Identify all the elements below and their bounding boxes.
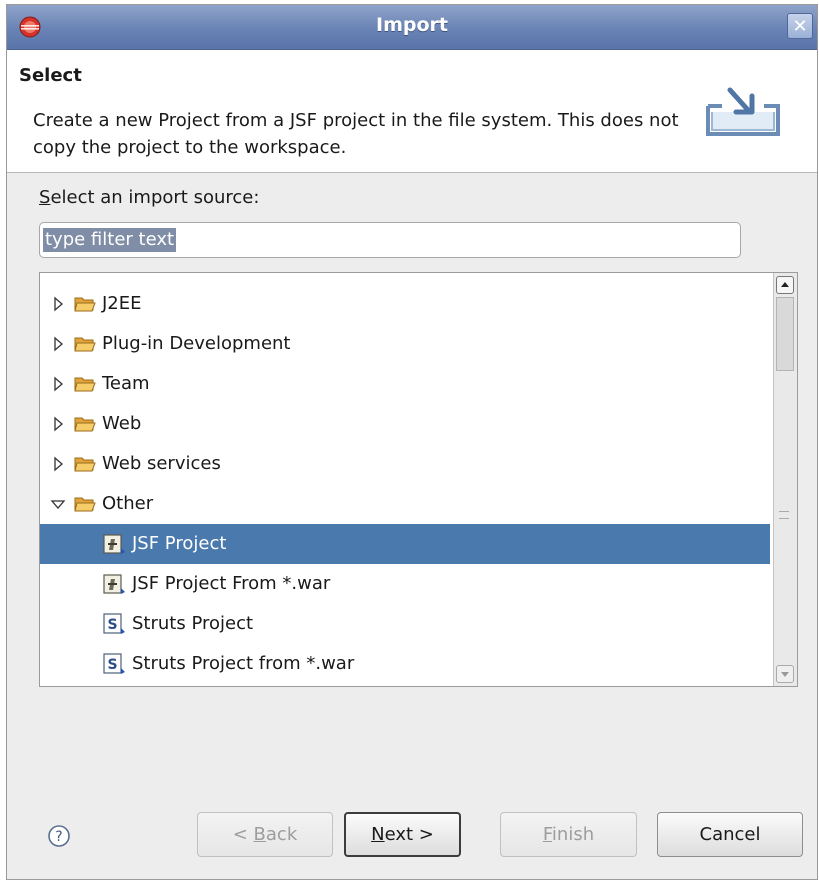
folder-icon [74, 337, 96, 352]
tree-item-other[interactable]: Other [40, 484, 770, 524]
tree-item-jsf-project-from-war[interactable]: JSF Project From *.war [40, 564, 770, 604]
import-dialog: Import ✕ Select Create a new Project fro… [6, 4, 818, 880]
tree-item-label: JSF Project [132, 533, 227, 554]
struts-project-icon: S [103, 653, 125, 674]
finish-button[interactable]: Finish [500, 812, 637, 857]
struts-project-icon: S [103, 613, 125, 634]
folder-icon [74, 497, 96, 512]
page-title: Select [19, 65, 82, 86]
tree-item-plug-in-development[interactable]: Plug-in Development [40, 324, 770, 364]
collapsed-arrow-icon[interactable] [50, 416, 66, 432]
folder-icon [74, 457, 96, 472]
scroll-down-button[interactable] [776, 665, 794, 683]
tree-item-label: JSF Project From *.war [132, 573, 331, 594]
scroll-thumb[interactable] [776, 297, 794, 371]
collapsed-arrow-icon[interactable] [50, 456, 66, 472]
back-button[interactable]: < Back [197, 812, 333, 857]
title-bar[interactable]: Import ✕ [7, 5, 817, 50]
tree-item-web[interactable]: Web [40, 404, 770, 444]
svg-text:S: S [107, 617, 117, 633]
window-title: Import [376, 14, 448, 36]
tree-item-label: Struts Project [132, 613, 254, 634]
folder-icon [74, 377, 96, 392]
tree-item-j2ee[interactable]: J2EE [40, 284, 770, 324]
tree-item-label: Team [102, 373, 150, 394]
jsf-project-icon [103, 534, 125, 554]
collapsed-arrow-icon[interactable] [50, 336, 66, 352]
next-button[interactable]: Next > [344, 812, 461, 857]
tree-item-struts-project[interactable]: S Struts Project [40, 604, 770, 644]
folder-icon [74, 297, 96, 312]
tree-item-label: Other [102, 493, 154, 514]
expanded-arrow-icon[interactable] [50, 496, 66, 512]
arrow-up-icon [781, 282, 789, 287]
tree-item-label: J2EE [102, 293, 142, 314]
import-source-tree[interactable]: J2EE Plug-in Development Team Web Web servic… [39, 272, 798, 687]
wizard-header: Select Create a new Project from a JSF p… [7, 50, 817, 173]
page-description: Create a new Project from a JSF project … [33, 110, 679, 158]
arrow-down-icon [781, 672, 789, 677]
import-source-label: Select an import source: [39, 187, 260, 208]
collapsed-arrow-icon[interactable] [50, 296, 66, 312]
close-button[interactable]: ✕ [787, 13, 813, 39]
filter-field[interactable]: type filter text [39, 222, 741, 258]
tree-item-web-services[interactable]: Web services [40, 444, 770, 484]
import-tray-icon [706, 87, 780, 136]
collapsed-arrow-icon[interactable] [50, 376, 66, 392]
close-icon: ✕ [792, 16, 808, 37]
tree-item-label: Web [102, 413, 142, 434]
tree-item-label: Struts Project from *.war [132, 653, 355, 674]
svg-text:?: ? [55, 829, 62, 845]
tree-item-team[interactable]: Team [40, 364, 770, 404]
scroll-grip [779, 511, 789, 519]
cancel-button[interactable]: Cancel [657, 812, 803, 857]
vertical-scrollbar[interactable] [773, 273, 797, 686]
jsf-project-icon [103, 574, 125, 594]
tree-item-label: Plug-in Development [102, 333, 291, 354]
folder-icon [74, 417, 96, 432]
help-icon[interactable]: ? [47, 824, 71, 848]
tree-item-jsf-project[interactable]: JSF Project [40, 524, 770, 564]
tree-item-struts-project-from-war[interactable]: S Struts Project from *.war [40, 644, 770, 684]
svg-text:S: S [107, 657, 117, 673]
tree-item-label: Web services [102, 453, 221, 474]
scroll-up-button[interactable] [776, 276, 794, 294]
filter-text-selected: type filter text [43, 228, 177, 252]
